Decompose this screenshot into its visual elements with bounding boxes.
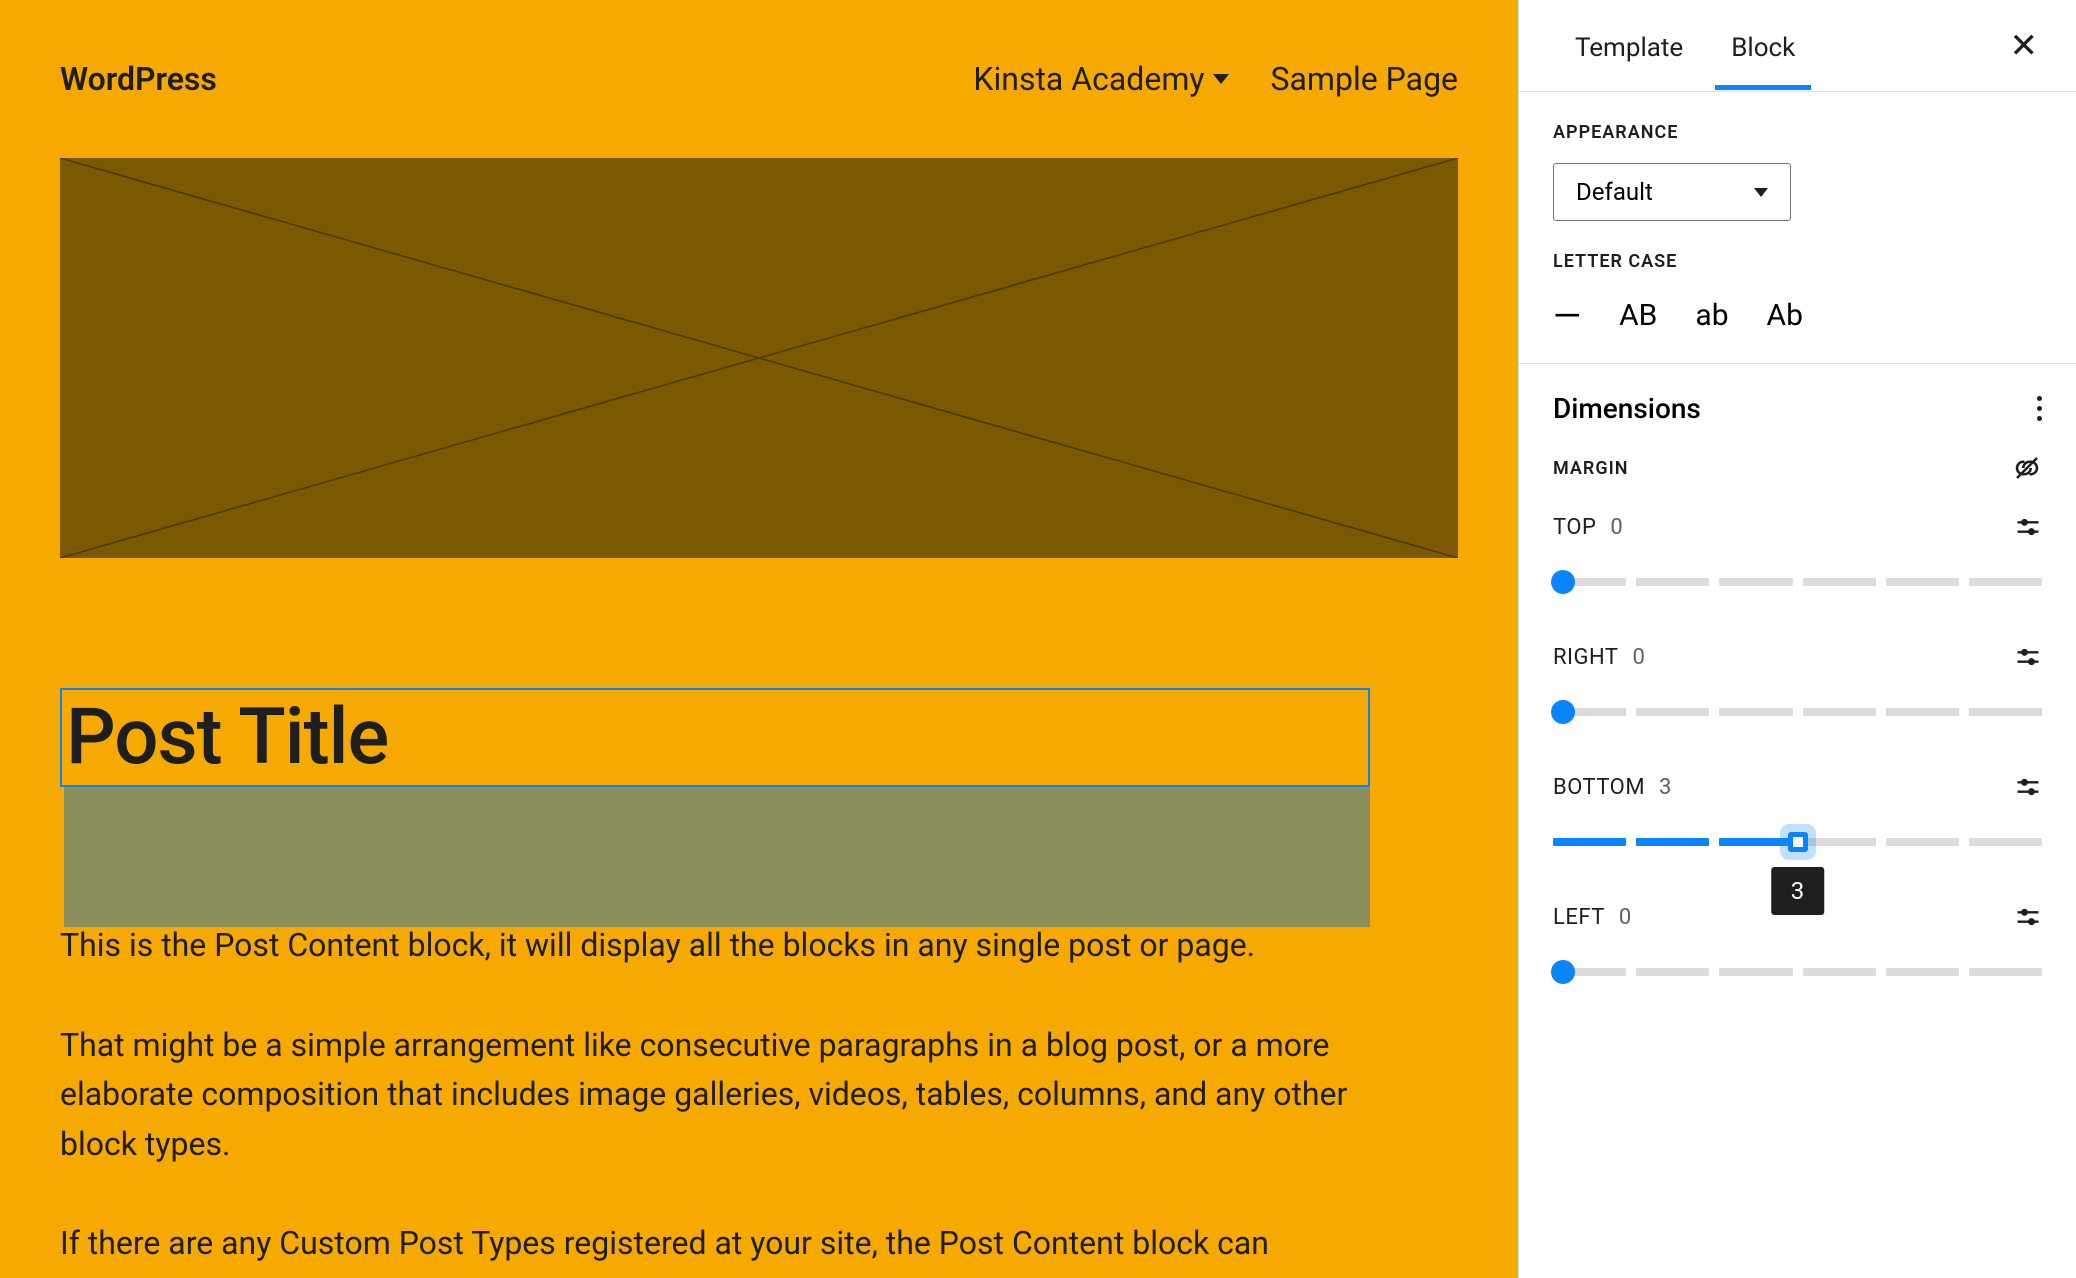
margin-top-label: TOP bbox=[1553, 515, 1596, 540]
margin-right-value: 0 bbox=[1633, 645, 1646, 670]
site-title[interactable]: WordPress bbox=[60, 60, 217, 98]
nav-item-sample-page[interactable]: Sample Page bbox=[1271, 60, 1458, 98]
margin-bottom-control: BOTTOM 3 3 bbox=[1553, 773, 2042, 847]
paragraph: This is the Post Content block, it will … bbox=[60, 921, 1370, 971]
settings-sidebar: Template Block ✕ APPEARANCE Default LETT… bbox=[1518, 0, 2076, 1278]
primary-nav: Kinsta Academy Sample Page bbox=[973, 60, 1458, 98]
chevron-down-icon bbox=[1213, 74, 1229, 84]
margin-left-label: LEFT bbox=[1553, 905, 1605, 930]
select-value: Default bbox=[1576, 178, 1653, 206]
lettercase-none-button[interactable]: — bbox=[1553, 307, 1581, 325]
sliders-icon[interactable] bbox=[2014, 773, 2042, 801]
post-title-block[interactable]: Post Title bbox=[60, 688, 1370, 787]
featured-image-placeholder[interactable] bbox=[60, 158, 1458, 558]
sliders-icon[interactable] bbox=[2014, 513, 2042, 541]
more-icon[interactable] bbox=[2037, 396, 2042, 421]
margin-right-control: RIGHT 0 bbox=[1553, 643, 2042, 717]
nav-item-label: Kinsta Academy bbox=[973, 60, 1204, 98]
appearance-label: APPEARANCE bbox=[1553, 122, 2042, 143]
margin-left-control: LEFT 0 bbox=[1553, 903, 2042, 977]
sidebar-tabs: Template Block ✕ bbox=[1519, 0, 2076, 92]
margin-right-label: RIGHT bbox=[1553, 645, 1619, 670]
dimensions-title: Dimensions bbox=[1553, 392, 1701, 425]
post-title: Post Title bbox=[66, 692, 1364, 783]
margin-bottom-slider[interactable]: 3 bbox=[1553, 837, 2042, 847]
close-icon[interactable]: ✕ bbox=[2010, 29, 2039, 63]
margin-left-value: 0 bbox=[1619, 905, 1632, 930]
unlink-icon[interactable] bbox=[2012, 453, 2042, 483]
spacer-block[interactable] bbox=[64, 787, 1370, 927]
tab-block[interactable]: Block bbox=[1707, 3, 1819, 89]
typography-panel: APPEARANCE Default LETTER CASE — AB ab A… bbox=[1519, 92, 2076, 1053]
margin-right-slider[interactable] bbox=[1553, 707, 2042, 717]
margin-left-slider[interactable] bbox=[1553, 967, 2042, 977]
lettercase-upper-button[interactable]: AB bbox=[1619, 298, 1657, 333]
margin-top-control: TOP 0 bbox=[1553, 513, 2042, 587]
margin-header: MARGIN bbox=[1553, 453, 2042, 483]
margin-top-slider[interactable] bbox=[1553, 577, 2042, 587]
lettercase-buttons: — AB ab Ab bbox=[1553, 298, 2042, 333]
paragraph: That might be a simple arrangement like … bbox=[60, 1021, 1370, 1170]
nav-item-kinsta-academy[interactable]: Kinsta Academy bbox=[973, 60, 1228, 98]
post-content-block[interactable]: This is the Post Content block, it will … bbox=[60, 921, 1370, 1269]
editor-canvas[interactable]: WordPress Kinsta Academy Sample Page Pos… bbox=[0, 0, 1518, 1278]
margin-top-value: 0 bbox=[1610, 515, 1623, 540]
appearance-select[interactable]: Default bbox=[1553, 163, 1791, 221]
paragraph: If there are any Custom Post Types regis… bbox=[60, 1219, 1370, 1269]
chevron-down-icon bbox=[1754, 188, 1768, 197]
site-header: WordPress Kinsta Academy Sample Page bbox=[60, 60, 1458, 98]
margin-bottom-value: 3 bbox=[1659, 775, 1672, 800]
lettercase-capitalize-button[interactable]: Ab bbox=[1767, 298, 1803, 333]
lettercase-lower-button[interactable]: ab bbox=[1695, 298, 1728, 333]
sliders-icon[interactable] bbox=[2014, 903, 2042, 931]
margin-bottom-label: BOTTOM bbox=[1553, 775, 1645, 800]
margin-label: MARGIN bbox=[1553, 458, 1629, 479]
dimensions-header: Dimensions bbox=[1553, 364, 2042, 435]
nav-item-label: Sample Page bbox=[1271, 60, 1458, 98]
tab-template[interactable]: Template bbox=[1551, 3, 1707, 89]
sliders-icon[interactable] bbox=[2014, 643, 2042, 671]
lettercase-label: LETTER CASE bbox=[1553, 251, 2042, 272]
